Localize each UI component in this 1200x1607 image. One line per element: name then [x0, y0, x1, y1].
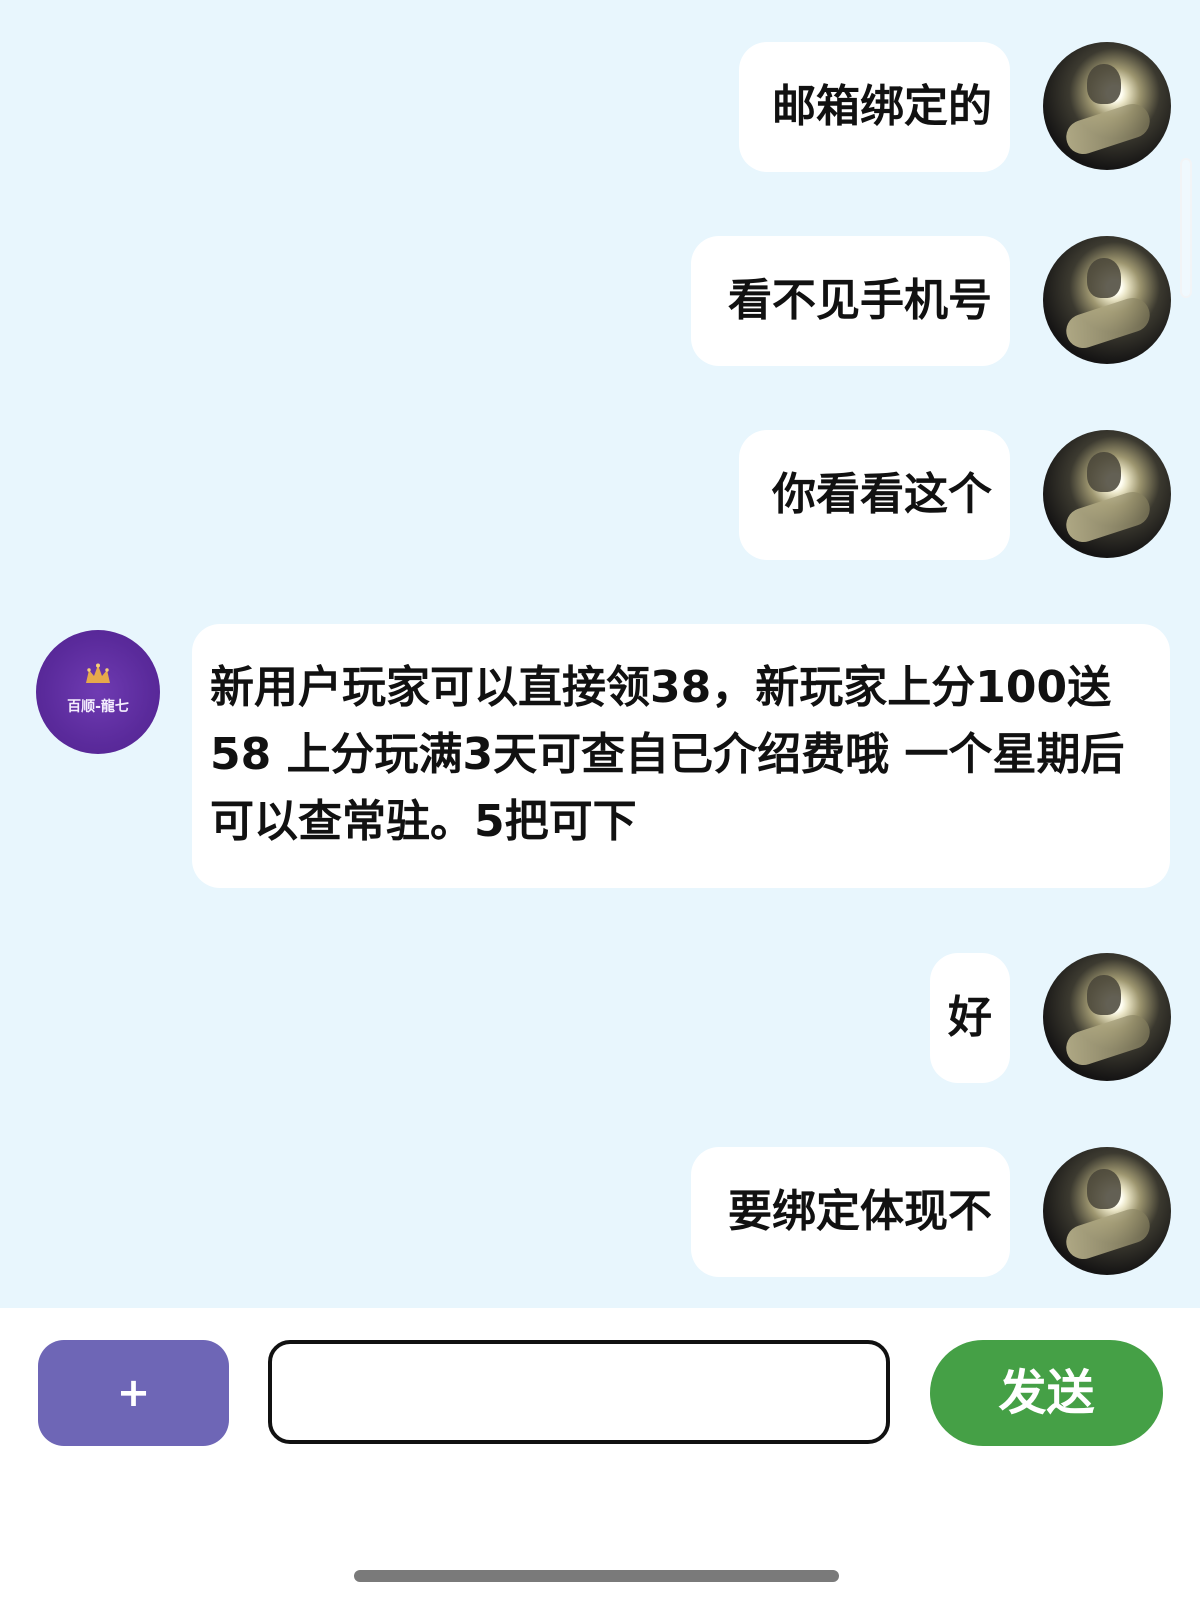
- message-bubble: 看不见手机号: [691, 236, 1010, 366]
- avatar-photo-face: [1087, 258, 1121, 298]
- user-avatar[interactable]: [1043, 236, 1171, 364]
- chat-message-list[interactable]: 邮箱绑定的 看不见手机号 你看看这个 百顺-龍七 新用户玩家可以直接领38，新玩…: [0, 0, 1200, 1308]
- message-bubble: 你看看这个: [739, 430, 1010, 560]
- message-input[interactable]: [268, 1340, 890, 1444]
- message-bubble: 新用户玩家可以直接领38，新玩家上分100送58 上分玩满3天可查自已介绍费哦 …: [192, 624, 1170, 888]
- user-avatar[interactable]: [1043, 430, 1171, 558]
- crown-icon: [86, 663, 110, 683]
- send-button[interactable]: 发送: [930, 1340, 1163, 1446]
- avatar-photo-face: [1087, 975, 1121, 1015]
- home-indicator[interactable]: [354, 1570, 839, 1582]
- avatar-photo-face: [1087, 64, 1121, 104]
- avatar-photo-detail: [1061, 293, 1155, 353]
- scrollbar[interactable]: [1180, 158, 1192, 298]
- user-avatar[interactable]: [1043, 953, 1171, 1081]
- message-composer: + 发送: [0, 1308, 1200, 1607]
- user-avatar[interactable]: [1043, 42, 1171, 170]
- brand-name: 百顺-龍七: [67, 699, 129, 715]
- avatar-photo-detail: [1061, 487, 1155, 547]
- brand-avatar[interactable]: 百顺-龍七: [36, 630, 160, 754]
- avatar-photo-face: [1087, 1169, 1121, 1209]
- avatar-photo-detail: [1061, 99, 1155, 159]
- message-bubble: 好: [930, 953, 1010, 1083]
- avatar-photo-detail: [1061, 1010, 1155, 1070]
- avatar-photo-face: [1087, 452, 1121, 492]
- message-bubble: 邮箱绑定的: [739, 42, 1010, 172]
- message-bubble: 要绑定体现不: [691, 1147, 1010, 1277]
- user-avatar[interactable]: [1043, 1147, 1171, 1275]
- add-attachment-button[interactable]: +: [38, 1340, 229, 1446]
- avatar-photo-detail: [1061, 1204, 1155, 1264]
